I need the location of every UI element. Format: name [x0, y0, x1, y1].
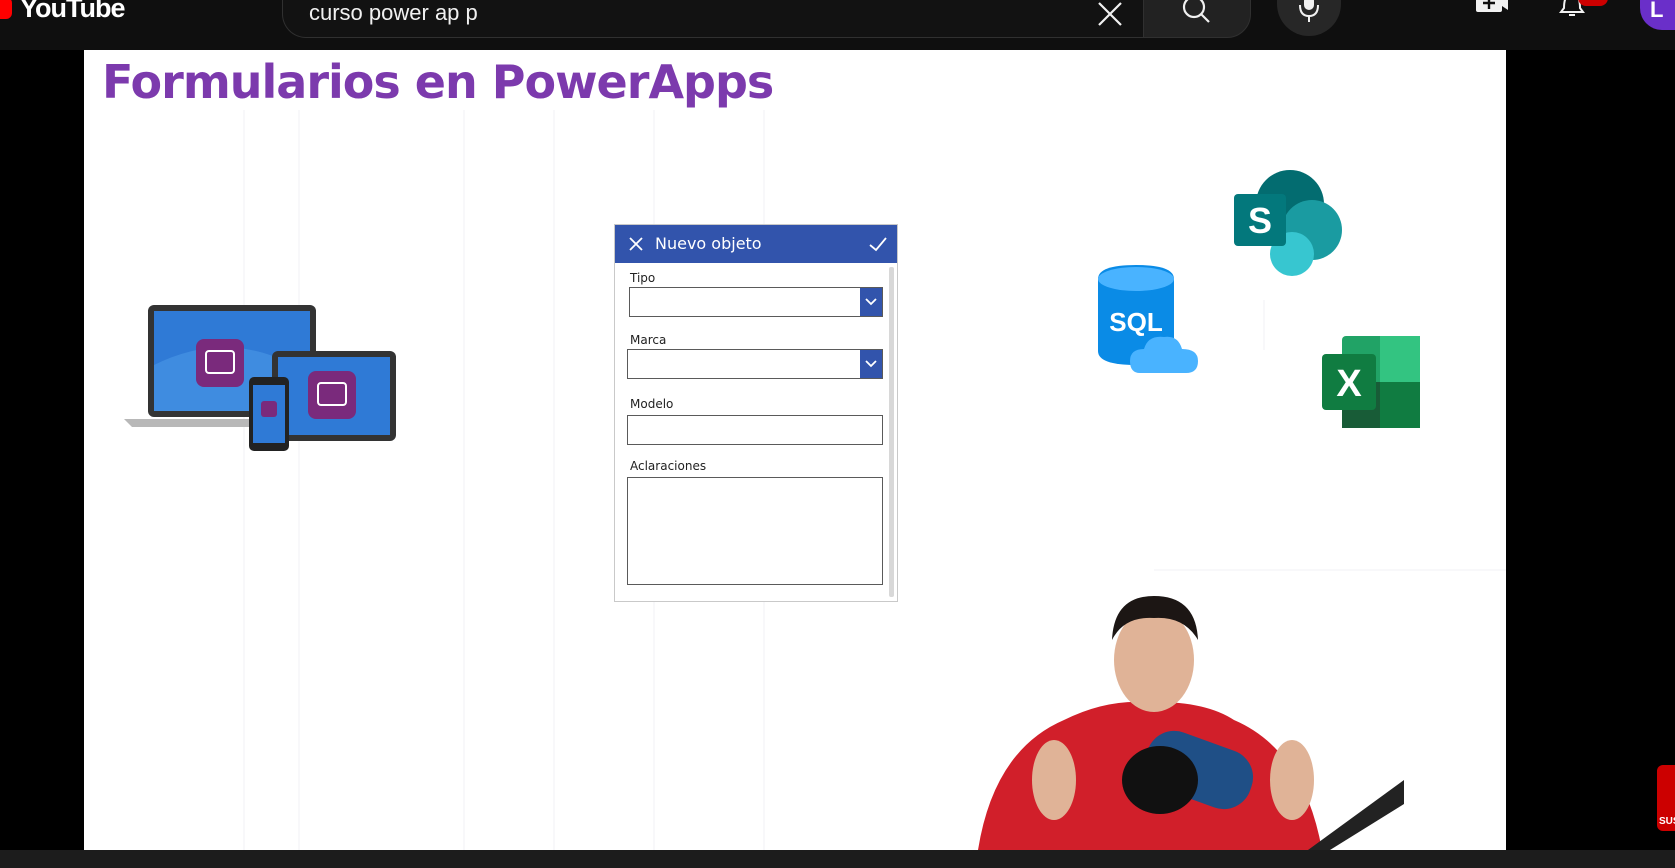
sharepoint-letter: S — [1248, 200, 1272, 241]
tipo-dropdown[interactable] — [629, 287, 883, 317]
form-scrollbar[interactable] — [889, 267, 894, 597]
search-icon — [1182, 0, 1210, 23]
modelo-input[interactable] — [627, 415, 883, 445]
field-label-tipo: Tipo — [630, 271, 656, 285]
voice-search-button[interactable] — [1277, 0, 1341, 36]
search-input[interactable] — [309, 0, 1049, 35]
sharepoint-icon: S — [1234, 170, 1342, 276]
youtube-play-icon — [0, 0, 12, 19]
powerapps-form: Nuevo objeto Tipo Marca Modelo Aclaracio… — [614, 224, 898, 602]
checkmark-icon[interactable] — [867, 233, 889, 255]
sql-text: SQL — [1109, 307, 1163, 337]
subscribe-button[interactable]: SUS — [1657, 765, 1675, 831]
presenter-webcam — [978, 596, 1404, 850]
slide-title: Formularios en PowerApps — [102, 55, 774, 109]
search-button[interactable] — [1143, 0, 1251, 38]
microphone-icon — [1299, 0, 1319, 22]
search-box[interactable] — [282, 0, 1143, 38]
player-progress-bar[interactable] — [0, 850, 1675, 868]
marca-dropdown[interactable] — [627, 349, 883, 379]
dropdown-button[interactable] — [860, 288, 882, 316]
form-title: Nuevo objeto — [655, 234, 762, 253]
youtube-logo[interactable]: YouTube — [0, 0, 125, 28]
avatar[interactable]: L — [1640, 0, 1675, 30]
excel-letter: X — [1336, 363, 1362, 405]
chevron-down-icon — [865, 298, 877, 306]
field-label-aclaraciones: Aclaraciones — [630, 459, 707, 473]
sql-database-icon: SQL — [1098, 265, 1198, 373]
excel-icon: X — [1322, 336, 1420, 428]
clear-search-button[interactable] — [1090, 0, 1130, 34]
top-bar: YouTube L — [0, 0, 1675, 50]
create-button[interactable] — [1470, 0, 1514, 24]
notification-badge — [1578, 0, 1608, 6]
chevron-down-icon — [865, 360, 877, 368]
presentation-slide: Formularios en PowerApps Nuevo objeto Ti… — [84, 50, 1506, 850]
close-icon[interactable] — [625, 233, 647, 255]
create-video-icon — [1476, 0, 1508, 12]
close-icon — [1098, 2, 1122, 26]
field-label-marca: Marca — [630, 333, 667, 347]
devices-illustration — [124, 305, 396, 451]
youtube-logo-text: YouTube — [20, 0, 125, 23]
aclaraciones-textarea[interactable] — [627, 477, 883, 585]
dropdown-button[interactable] — [860, 350, 882, 378]
form-header: Nuevo objeto — [615, 225, 897, 263]
field-label-modelo: Modelo — [630, 397, 674, 411]
